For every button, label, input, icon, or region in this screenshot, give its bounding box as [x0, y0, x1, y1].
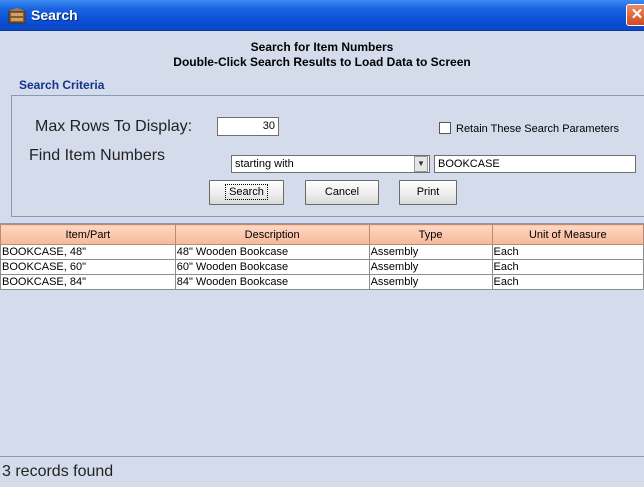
cell-type[interactable]: Assembly — [368, 274, 493, 290]
search-button[interactable]: Search — [209, 180, 284, 205]
cell-type[interactable]: Assembly — [368, 244, 493, 260]
table-row[interactable]: BOOKCASE, 84" 84" Wooden Bookcase Assemb… — [0, 274, 644, 290]
print-button[interactable]: Print — [399, 180, 457, 205]
max-rows-label: Max Rows To Display: — [35, 118, 193, 135]
cell-description[interactable]: 84" Wooden Bookcase — [174, 274, 370, 290]
page-title: Search for Item Numbers — [250, 40, 394, 54]
cell-description[interactable]: 48" Wooden Bookcase — [174, 244, 370, 260]
status-bar: 3 records found — [0, 456, 644, 487]
record-count: 3 records found — [2, 463, 114, 480]
cell-unit[interactable]: Each — [491, 274, 644, 290]
table-row[interactable]: BOOKCASE, 48" 48" Wooden Bookcase Assemb… — [0, 244, 644, 260]
column-header-unit-of-measure[interactable]: Unit of Measure — [491, 224, 644, 245]
column-header-description[interactable]: Description — [174, 224, 370, 245]
cell-type[interactable]: Assembly — [368, 259, 493, 275]
retain-parameters-checkbox[interactable] — [439, 122, 451, 134]
dialog-client: Search for Item Numbers Double-Click Sea… — [0, 31, 644, 487]
match-mode-select[interactable]: starting with — [231, 155, 430, 173]
search-criteria-label: Search Criteria — [19, 78, 105, 92]
column-header-item-part[interactable]: Item/Part — [0, 224, 176, 245]
title-bar[interactable]: Search ✕ — [0, 0, 644, 31]
results-table: Item/Part Description Type Unit of Measu… — [0, 224, 644, 290]
cell-unit[interactable]: Each — [491, 259, 644, 275]
results-grid: Item/Part Description Type Unit of Measu… — [0, 223, 644, 453]
cell-unit[interactable]: Each — [491, 244, 644, 260]
cell-item-part[interactable]: BOOKCASE, 60" — [0, 259, 176, 275]
table-row[interactable]: BOOKCASE, 60" 60" Wooden Bookcase Assemb… — [0, 259, 644, 275]
find-item-numbers-label: Find Item Numbers — [29, 147, 166, 164]
column-header-type[interactable]: Type — [368, 224, 493, 245]
cell-description[interactable]: 60" Wooden Bookcase — [174, 259, 370, 275]
close-icon: ✕ — [630, 6, 644, 23]
match-mode-value: starting with — [235, 158, 294, 170]
page-subtitle: Double-Click Search Results to Load Data… — [173, 55, 471, 69]
cell-item-part[interactable]: BOOKCASE, 48" — [0, 244, 176, 260]
retain-parameters-label: Retain These Search Parameters — [456, 123, 620, 135]
window-title: Search — [31, 7, 78, 23]
close-button[interactable]: ✕ — [626, 4, 644, 26]
search-text-input[interactable]: BOOKCASE — [434, 155, 636, 173]
table-header-row: Item/Part Description Type Unit of Measu… — [0, 224, 644, 245]
max-rows-input[interactable]: 30 — [217, 117, 279, 136]
cancel-button[interactable]: Cancel — [305, 180, 379, 205]
cell-item-part[interactable]: BOOKCASE, 84" — [0, 274, 176, 290]
chevron-down-icon[interactable]: ▼ — [414, 156, 428, 172]
bookcase-icon — [8, 8, 26, 24]
